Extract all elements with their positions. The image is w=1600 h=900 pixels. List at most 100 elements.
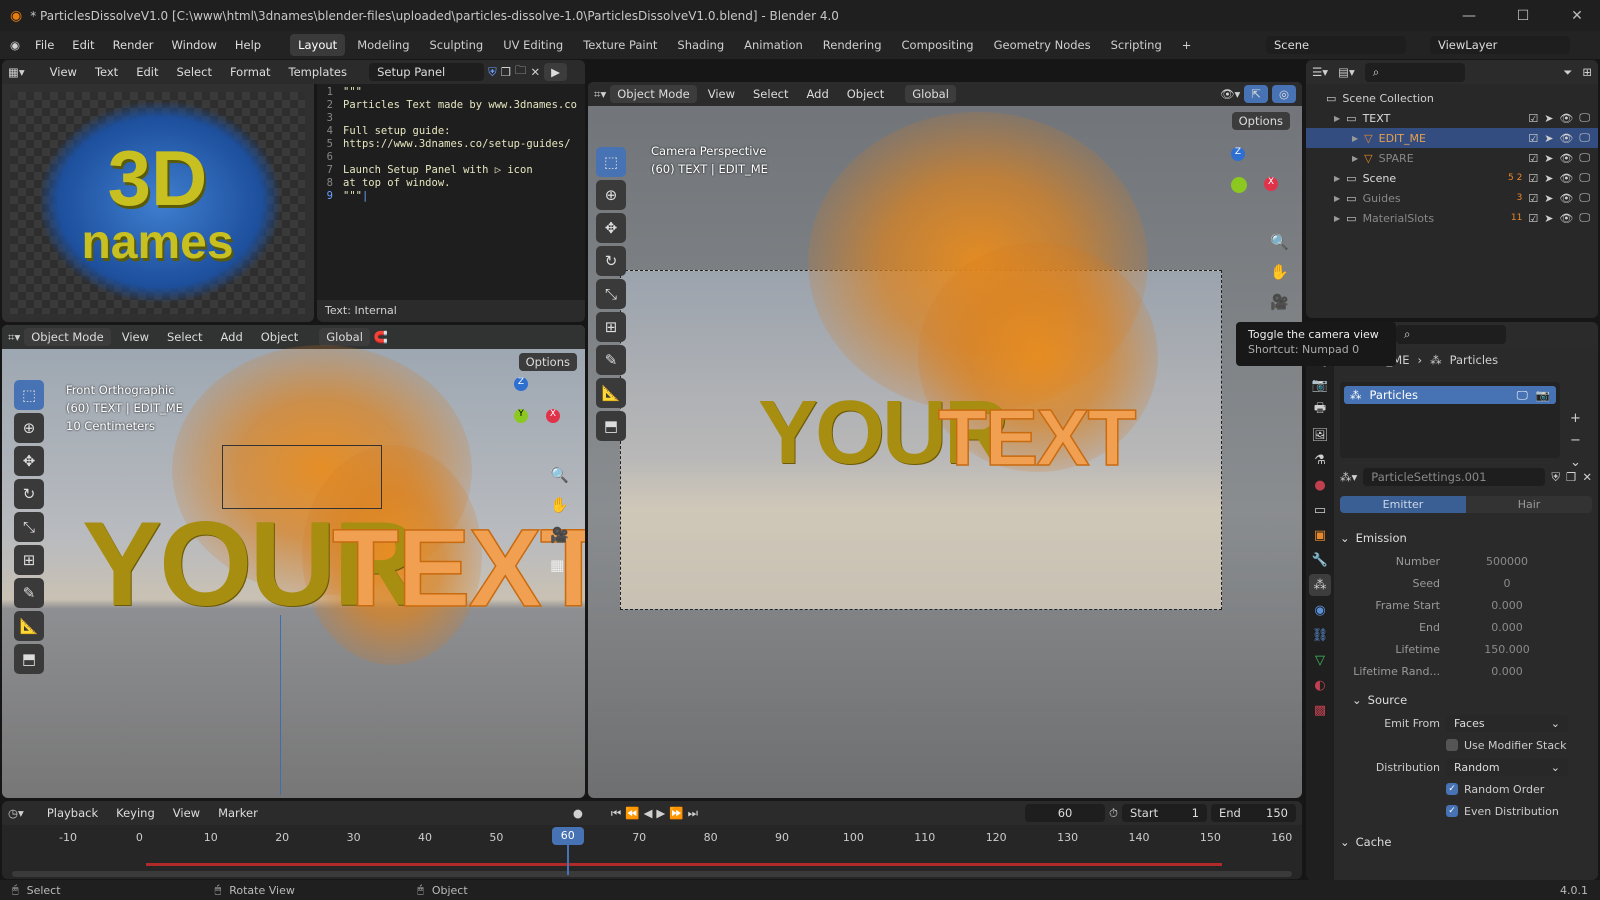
eye-icon[interactable]: 👁 [1559, 132, 1573, 145]
play-icon[interactable]: ▶ [656, 806, 665, 820]
add-cube-tool[interactable]: ⬒ [14, 644, 44, 674]
outliner-item[interactable]: ▶ ▭ MaterialSlots 11 ☑ ➤ 👁 🖵 [1306, 208, 1598, 228]
vp-menu-select[interactable]: Select [160, 327, 209, 347]
monitor-icon[interactable]: 🖵 [1579, 211, 1590, 225]
navigation-gizmo[interactable]: Z Y X [1206, 147, 1286, 227]
new-collection-icon[interactable]: ⊞ [1582, 65, 1592, 79]
collection-tab-icon[interactable]: ▭ [1309, 499, 1331, 521]
select-box-tool[interactable]: ⬚ [596, 147, 626, 177]
menu-render[interactable]: Render [106, 35, 161, 55]
blender-menu-icon[interactable]: ◉ [10, 38, 20, 52]
move-tool[interactable]: ✥ [596, 213, 626, 243]
playhead[interactable]: 60 [551, 827, 584, 845]
exclude-checkbox[interactable]: ☑ [1528, 132, 1538, 145]
select-icon[interactable]: ➤ [1544, 192, 1553, 205]
emission-value-field[interactable]: 0 [1446, 574, 1568, 592]
scale-tool[interactable]: ⤡ [14, 512, 44, 542]
tab-scripting[interactable]: Scripting [1103, 34, 1170, 56]
rotate-tool[interactable]: ↻ [14, 479, 44, 509]
select-icon[interactable]: ➤ [1544, 212, 1553, 225]
jump-end-icon[interactable]: ⏭ [688, 806, 698, 821]
unlink-icon[interactable]: ✕ [1582, 470, 1592, 484]
even-distribution-checkbox[interactable]: ✓ [1446, 805, 1458, 817]
fake-user-icon[interactable]: ⛨ [1551, 470, 1560, 485]
emission-panel-header[interactable]: ⌄ Emission [1340, 526, 1592, 550]
text-menu-view[interactable]: View [43, 62, 84, 82]
select-icon[interactable]: ➤ [1544, 112, 1553, 125]
editor-type-icon[interactable]: ▦▾ [8, 65, 25, 79]
maximize-button[interactable]: ☐ [1500, 8, 1546, 24]
eye-icon[interactable]: 👁 [1559, 172, 1573, 185]
fake-user-shield-icon[interactable]: ⛨ [488, 65, 497, 80]
exclude-checkbox[interactable]: ☑ [1528, 172, 1538, 185]
world-tab-icon[interactable]: ● [1309, 474, 1331, 496]
cursor-tool[interactable]: ⊕ [14, 413, 44, 443]
object-tab-icon[interactable]: ▣ [1309, 524, 1331, 546]
options-button[interactable]: Options [518, 353, 577, 371]
outliner-item[interactable]: ▶ ▽ EDIT_ME ☑ ➤ 👁 🖵 [1306, 128, 1598, 148]
tab-uv-editing[interactable]: UV Editing [495, 34, 571, 56]
cursor-tool[interactable]: ⊕ [596, 180, 626, 210]
outliner-item[interactable]: ▶ ▭ TEXT ☑ ➤ 👁 🖵 [1306, 108, 1598, 128]
gizmo-toggle-icon[interactable]: ⇱ [1244, 85, 1268, 103]
grid-icon[interactable]: ▦ [550, 550, 569, 580]
physics-tab-icon[interactable]: ◉ [1309, 599, 1331, 621]
new-text-icon[interactable]: ❐ [501, 65, 511, 79]
menu-view[interactable]: View [166, 803, 207, 823]
snap-icon[interactable]: 🧲 [374, 330, 388, 344]
menu-keying[interactable]: Keying [109, 803, 162, 823]
scale-tool[interactable]: ⤡ [596, 279, 626, 309]
code-area[interactable]: 1 """ 2 Particles Text made by www.3dnames… [317, 84, 577, 203]
camera-view-icon[interactable]: 🎥 [1270, 287, 1289, 317]
annotate-tool[interactable]: ✎ [14, 578, 44, 608]
orientation-selector[interactable]: Global [905, 85, 956, 103]
run-script-play-icon[interactable]: ▶ [544, 63, 567, 81]
editor-type-icon[interactable]: ◷▾ [8, 806, 24, 820]
overlay-toggle-icon[interactable]: ◎ [1271, 85, 1296, 103]
exclude-checkbox[interactable]: ☑ [1528, 152, 1538, 165]
constraints-tab-icon[interactable]: ⛓ [1309, 624, 1331, 646]
autokey-record-icon[interactable]: ● [573, 806, 583, 820]
monitor-icon[interactable]: 🖵 [1579, 171, 1590, 185]
particle-system-list[interactable]: ⁂ Particles 🖵 📷 [1340, 382, 1560, 458]
modifier-tab-icon[interactable]: 🔧 [1309, 549, 1331, 571]
random-order-checkbox[interactable]: ✓ [1446, 783, 1458, 795]
eye-icon[interactable]: 👁 [1559, 192, 1573, 205]
eye-icon[interactable]: 👁 [1559, 212, 1573, 225]
camera-icon[interactable]: 🎥 [550, 520, 569, 550]
play-reverse-icon[interactable]: ◀ [644, 806, 653, 820]
emission-value-field[interactable]: 150.000 [1446, 640, 1568, 658]
display-mode-icon[interactable]: ▤▾ [1338, 65, 1355, 79]
start-frame-field[interactable]: Start 1 [1122, 804, 1207, 822]
use-modifier-stack-checkbox[interactable] [1446, 739, 1458, 751]
outliner-search[interactable]: ⌕ [1364, 62, 1465, 82]
source-panel-header[interactable]: ⌄ Source [1340, 688, 1592, 712]
exclude-checkbox[interactable]: ☑ [1528, 112, 1538, 125]
timeline-ruler[interactable]: -10 0 10 20 30 40 50 60 70 80 90 100 110 120 130 140 150… [2, 825, 1302, 879]
viewport-camera[interactable]: ⌗▾ Object Mode View Select Add Object Gl… [588, 82, 1302, 798]
navigation-gizmo[interactable]: Z Y X [492, 377, 572, 457]
exclude-checkbox[interactable]: ☑ [1528, 192, 1538, 205]
exclude-checkbox[interactable]: ☑ [1528, 212, 1538, 225]
tab-hair[interactable]: Hair [1466, 495, 1592, 513]
tab-geometry-nodes[interactable]: Geometry Nodes [986, 34, 1099, 56]
eye-icon[interactable]: 👁 [1559, 152, 1573, 165]
viewport-front[interactable]: ⌗▾ Object Mode View Select Add Object Gl… [2, 325, 585, 798]
emission-value-field[interactable]: 500000 [1446, 552, 1568, 570]
mode-selector[interactable]: Object Mode [610, 85, 697, 103]
annotate-tool[interactable]: ✎ [596, 345, 626, 375]
move-tool[interactable]: ✥ [14, 446, 44, 476]
tab-emitter[interactable]: Emitter [1340, 495, 1466, 513]
menu-help[interactable]: Help [228, 35, 268, 55]
measure-tool[interactable]: 📐 [14, 611, 44, 641]
current-frame-field[interactable]: 60 [1025, 804, 1106, 822]
vp-menu-add[interactable]: Add [213, 327, 249, 347]
vp-menu-object[interactable]: Object [840, 84, 891, 104]
transform-tool[interactable]: ⊞ [14, 545, 44, 575]
texture-tab-icon[interactable]: ▩ [1309, 699, 1331, 721]
tab-compositing[interactable]: Compositing [894, 34, 982, 56]
properties-search[interactable]: ⌕ [1396, 324, 1506, 344]
vp-menu-view[interactable]: View [701, 84, 742, 104]
vp-menu-object[interactable]: Object [254, 327, 305, 347]
scene-selector[interactable]: Scene [1266, 36, 1406, 54]
